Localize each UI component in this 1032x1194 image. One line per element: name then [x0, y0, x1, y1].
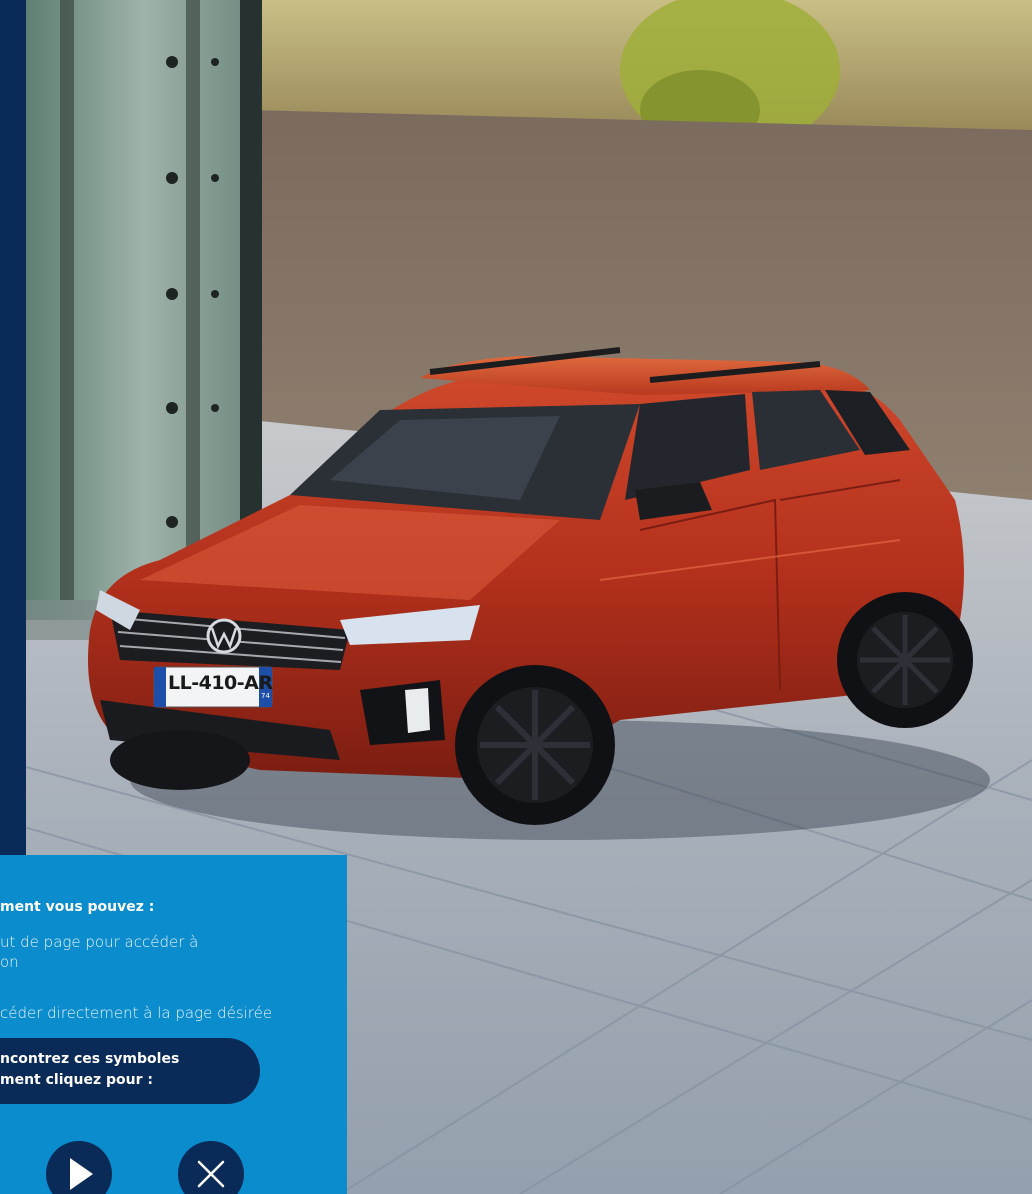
help-line-direct-page: céder directement à la page désirée: [0, 1004, 273, 1022]
play-button[interactable]: [46, 1141, 112, 1194]
symbols-pill: ncontrez ces symboles ment cliquez pour …: [0, 1038, 260, 1104]
symbols-line-2: ment cliquez pour :: [0, 1072, 154, 1088]
close-button[interactable]: [178, 1141, 244, 1194]
help-line-top-of-page-continued: on: [0, 953, 19, 971]
help-line-top-of-page: ut de page pour accéder à: [0, 933, 199, 951]
license-plate-text: LL-410-AR: [168, 672, 273, 694]
play-icon: [70, 1158, 93, 1190]
symbols-line-1: ncontrez ces symboles: [0, 1051, 180, 1067]
license-plate-region: 74: [261, 692, 270, 700]
help-panel: ment vous pouvez : ut de page pour accéd…: [0, 855, 347, 1194]
left-navy-strip: [0, 0, 26, 855]
help-heading: ment vous pouvez :: [0, 899, 155, 915]
close-icon: [197, 1160, 225, 1188]
